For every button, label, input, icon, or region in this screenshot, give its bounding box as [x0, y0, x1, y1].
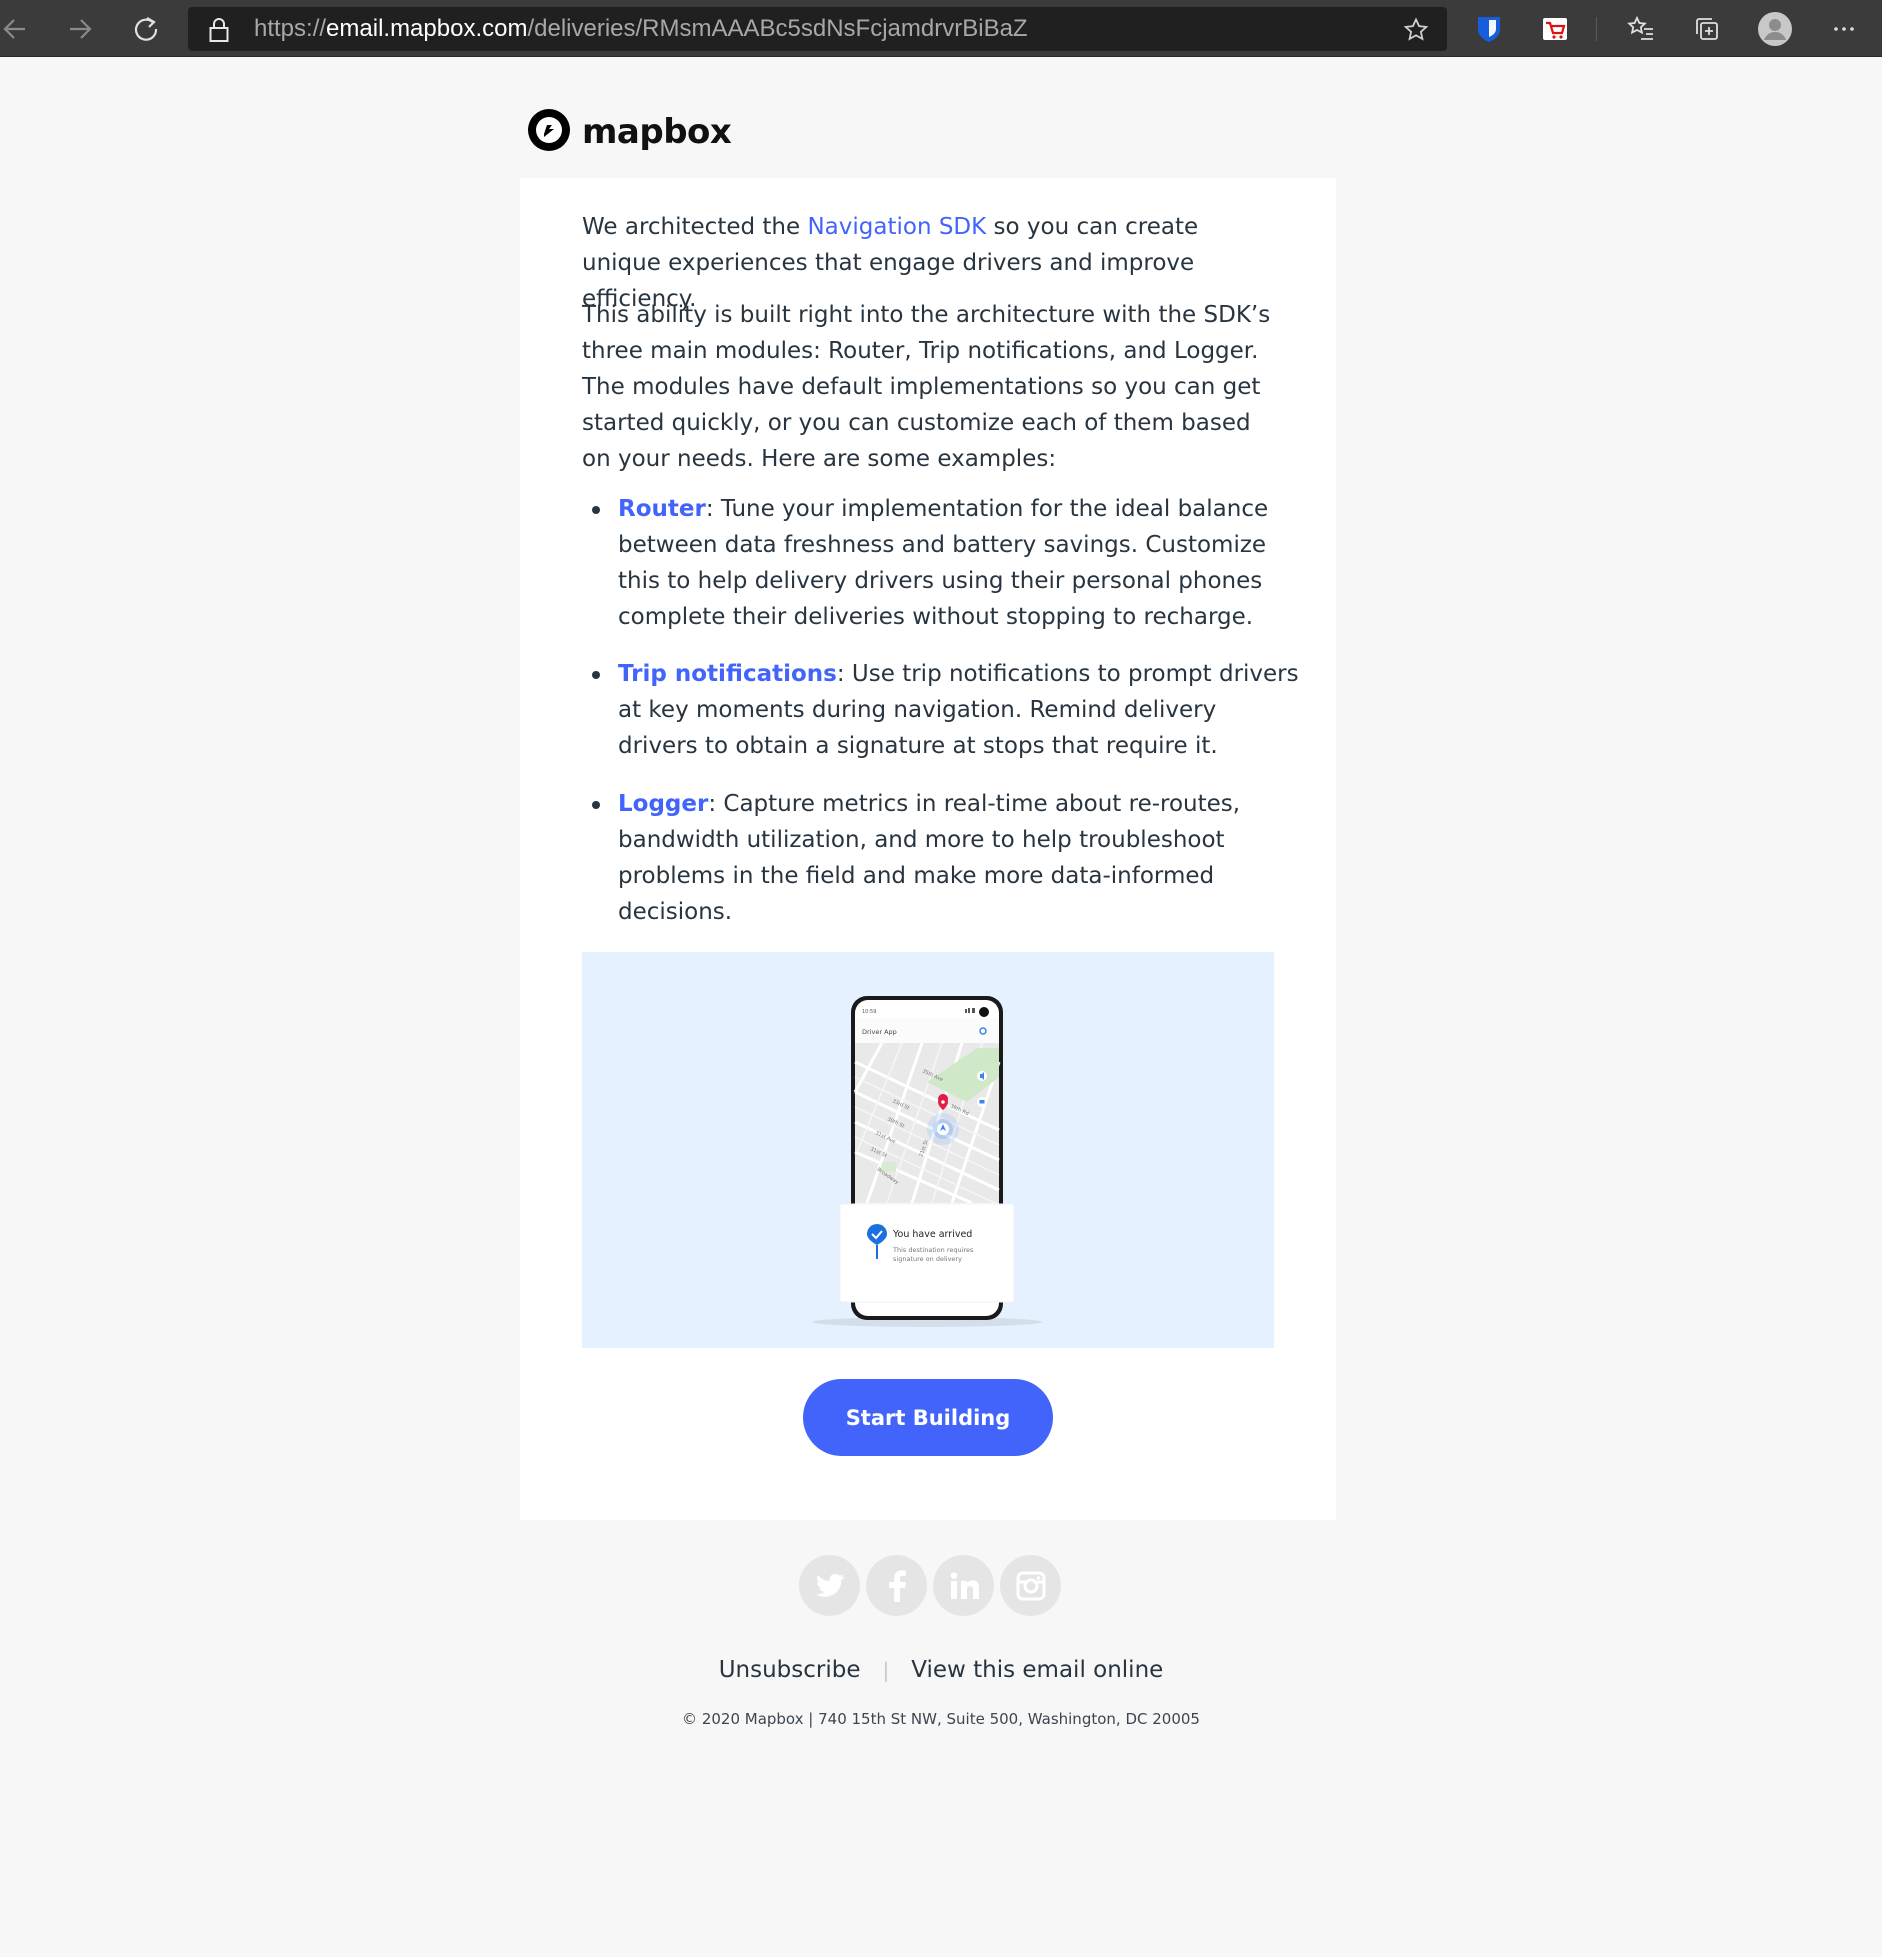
modules-paragraph: This ability is built right into the arc…	[582, 302, 1271, 472]
footer-links: Unsubscribe | View this email online	[0, 1657, 1882, 1683]
brand-name: mapbox	[582, 112, 732, 152]
forward-arrow-icon[interactable]	[59, 8, 101, 50]
list-item-router: Router: Tune your implementation for the…	[582, 491, 1302, 656]
favorite-star-icon[interactable]	[1403, 17, 1429, 48]
arrival-title: You have arrived	[892, 1229, 972, 1240]
more-menu-icon[interactable]	[1823, 8, 1865, 50]
favorites-list-icon[interactable]	[1620, 8, 1662, 50]
twitter-icon[interactable]	[799, 1555, 860, 1616]
lock-icon[interactable]	[208, 17, 230, 48]
intro-text-start: We architected the	[582, 214, 808, 240]
arrival-body-line1: This destination requires	[892, 1246, 974, 1254]
refresh-icon[interactable]	[125, 8, 167, 50]
start-building-button[interactable]: Start Building	[803, 1379, 1053, 1456]
view-online-link[interactable]: View this email online	[911, 1657, 1163, 1683]
driver-app-illustration[interactable]: 10:59 Driver App 35th Ave 33rd St 30th S…	[582, 952, 1274, 1348]
back-arrow-icon[interactable]	[0, 8, 36, 50]
list-item-trip-notifications: Trip notifications: Use trip notificatio…	[582, 656, 1302, 786]
linkedin-icon[interactable]	[933, 1555, 994, 1616]
arrival-body-line2: signature on delivery	[893, 1255, 962, 1263]
module-list: Router: Tune your implementation for the…	[582, 491, 1302, 930]
app-title: Driver App	[862, 1028, 897, 1036]
copyright-address: © 2020 Mapbox | 740 15th St NW, Suite 50…	[682, 1710, 1200, 1728]
logger-link[interactable]: Logger	[618, 791, 708, 817]
social-links	[799, 1555, 1061, 1616]
navigation-sdk-link[interactable]: Navigation SDK	[807, 214, 986, 240]
trip-notifications-link[interactable]: Trip notifications	[618, 661, 837, 687]
phone-time: 10:59	[862, 1009, 876, 1015]
footer-separator: |	[882, 1658, 890, 1682]
browser-toolbar: https://email.mapbox.com/deliveries/RMsm…	[0, 0, 1882, 57]
email-card: We architected the Navigation SDK so you…	[520, 178, 1336, 1520]
mapbox-logo-icon	[526, 107, 572, 158]
collections-icon[interactable]	[1686, 8, 1728, 50]
address-bar[interactable]: https://email.mapbox.com/deliveries/RMsm…	[188, 7, 1447, 51]
unsubscribe-link[interactable]: Unsubscribe	[719, 1657, 861, 1683]
phone-mockup: 10:59 Driver App 35th Ave 33rd St 30th S…	[812, 996, 1042, 1327]
extension-icon[interactable]	[1534, 8, 1576, 50]
mapbox-logo[interactable]: mapbox	[526, 107, 732, 158]
router-link[interactable]: Router	[618, 496, 706, 522]
toolbar-divider	[1596, 17, 1597, 41]
profile-avatar-icon[interactable]	[1754, 8, 1796, 50]
instagram-icon[interactable]	[1000, 1555, 1061, 1616]
bitwarden-shield-icon[interactable]	[1468, 8, 1510, 50]
facebook-icon[interactable]	[866, 1555, 927, 1616]
router-description: : Tune your implementation for the ideal…	[618, 496, 1269, 630]
list-item-logger: Logger: Capture metrics in real-time abo…	[582, 786, 1302, 930]
logger-description: : Capture metrics in real-time about re-…	[618, 791, 1241, 925]
url-text[interactable]: https://email.mapbox.com/deliveries/RMsm…	[254, 15, 1028, 43]
